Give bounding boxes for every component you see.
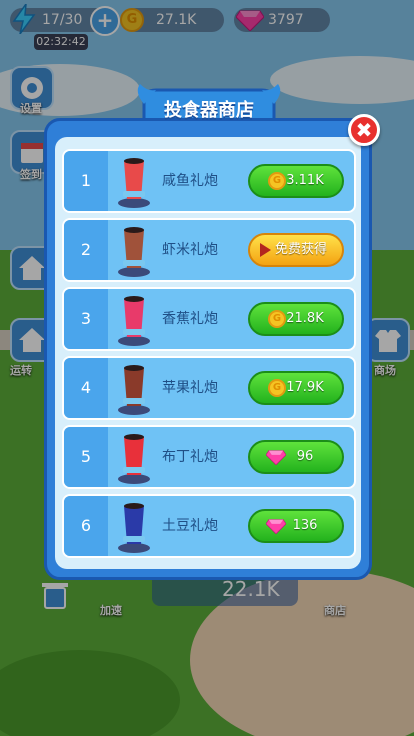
cannon-icon: [118, 365, 150, 415]
cannon-icon: [118, 434, 150, 484]
buy-button[interactable]: 136: [248, 509, 344, 543]
item-name: 土豆礼炮: [162, 518, 218, 534]
cannon-icon: [118, 158, 150, 208]
shop-item-row: 2 虾米礼炮 免费获得: [62, 218, 356, 282]
item-name: 咸鱼礼炮: [162, 173, 218, 189]
item-name: 布丁礼炮: [162, 449, 218, 465]
item-index: 3: [80, 309, 92, 328]
shop-item-row: 5 布丁礼炮 96: [62, 425, 356, 489]
free-get-button[interactable]: 免费获得: [248, 233, 344, 267]
item-index: 5: [80, 447, 92, 466]
item-index: 4: [80, 378, 92, 397]
shop-item-row: 3 香蕉礼炮 G 21.8K: [62, 287, 356, 351]
item-name: 虾米礼炮: [162, 242, 218, 258]
price-label: 96: [296, 449, 314, 464]
close-button[interactable]: ✖: [348, 114, 380, 146]
item-index: 2: [80, 240, 92, 259]
item-name: 苹果礼炮: [162, 380, 218, 396]
cannon-icon: [118, 503, 150, 553]
shop-item-row: 6 土豆礼炮 136: [62, 494, 356, 558]
cannon-icon: [118, 296, 150, 346]
buy-button[interactable]: 96: [248, 440, 344, 474]
item-index: 6: [80, 516, 92, 535]
shop-item-row: 4 苹果礼炮 G 17.9K: [62, 356, 356, 420]
price-label: 21.8K: [286, 311, 324, 326]
price-label: 3.11K: [286, 173, 324, 188]
buy-button[interactable]: G 3.11K: [248, 164, 344, 198]
price-label: 17.9K: [286, 380, 324, 395]
price-label: 136: [292, 518, 318, 533]
shop-title: 投食器商店: [164, 100, 254, 121]
item-index: 1: [80, 171, 92, 190]
cannon-icon: [118, 227, 150, 277]
item-name: 香蕉礼炮: [162, 311, 218, 327]
shop-item-row: 1 咸鱼礼炮 G 3.11K: [62, 149, 356, 213]
buy-button[interactable]: G 21.8K: [248, 302, 344, 336]
buy-button[interactable]: G 17.9K: [248, 371, 344, 405]
price-label: 免费获得: [274, 242, 327, 257]
